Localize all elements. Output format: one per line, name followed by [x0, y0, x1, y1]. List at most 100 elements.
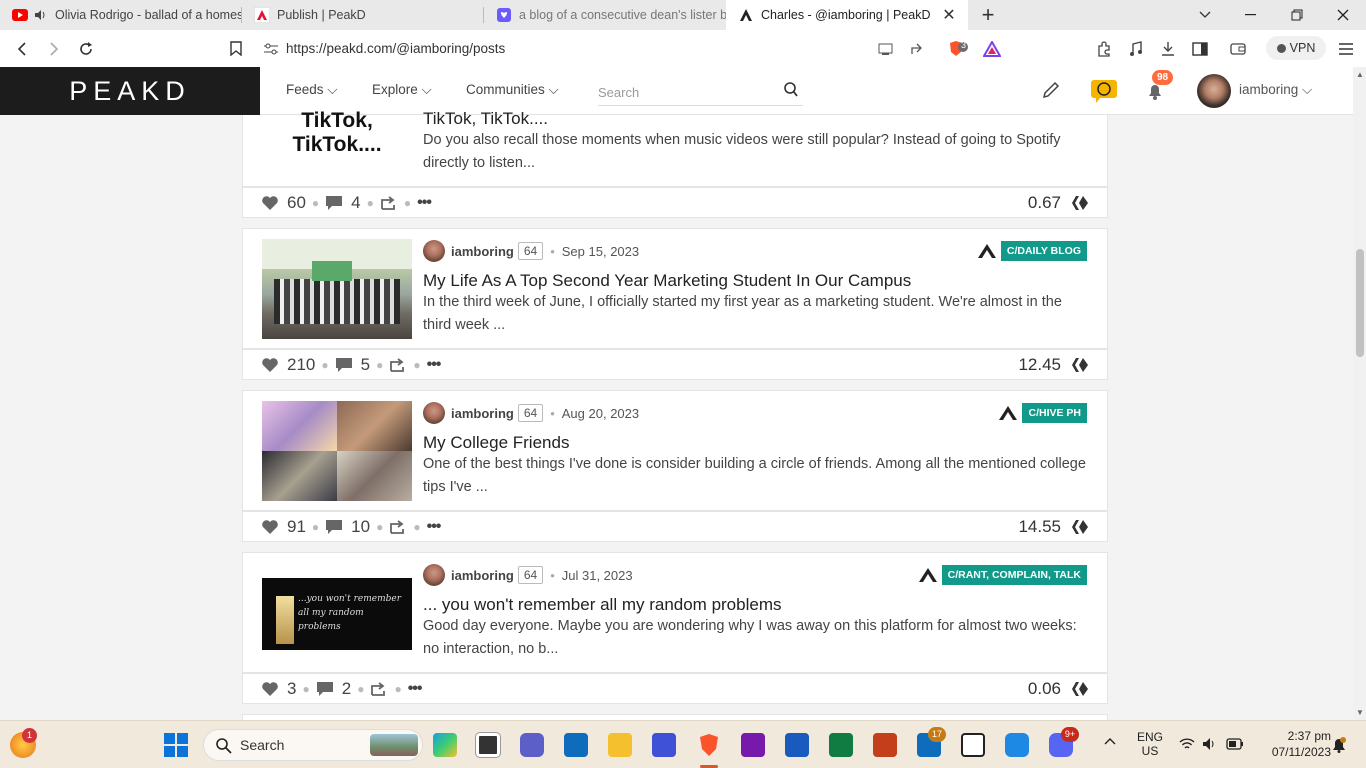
- payout-value[interactable]: 0.06: [1028, 679, 1061, 699]
- file-explorer-icon[interactable]: [608, 733, 632, 757]
- avatar[interactable]: [1197, 74, 1231, 108]
- payout-value[interactable]: 12.45: [1018, 355, 1061, 375]
- new-tab-button[interactable]: +: [968, 0, 1008, 30]
- post-thumbnail[interactable]: TikTok, TikTok....: [262, 107, 412, 177]
- pencil-icon[interactable]: [1042, 81, 1060, 99]
- nav-communities[interactable]: Communities ⌵: [466, 82, 559, 98]
- payout-value[interactable]: 0.67: [1028, 193, 1061, 213]
- post-excerpt[interactable]: In the third week of June, I officially …: [423, 291, 1093, 337]
- tab-youtube[interactable]: Olivia Rodrigo - ballad of a homes: [0, 0, 242, 30]
- peakd-logo[interactable]: PEAKD: [0, 67, 260, 115]
- author-name[interactable]: iamboring: [451, 406, 514, 421]
- tray-overflow-chevron-icon[interactable]: [1104, 737, 1116, 745]
- comment-count[interactable]: 10: [351, 517, 370, 537]
- post-excerpt[interactable]: One of the best things I've done is cons…: [423, 453, 1093, 499]
- tab-search-dropdown-icon[interactable]: [1182, 0, 1228, 30]
- heart-icon[interactable]: [261, 519, 279, 535]
- speaker-icon[interactable]: [32, 7, 48, 23]
- post-card[interactable]: ...you won't remember all my random prob…: [242, 552, 1108, 673]
- vote-count[interactable]: 210: [287, 355, 315, 375]
- url-field[interactable]: https://peakd.com/@iamboring/posts 3: [258, 34, 1008, 63]
- comment-icon[interactable]: [325, 519, 343, 535]
- forward-button[interactable]: [40, 30, 68, 67]
- app-icon-blue[interactable]: [1005, 733, 1029, 757]
- brave-rewards-icon[interactable]: [983, 40, 1001, 57]
- wifi-icon[interactable]: [1179, 737, 1195, 751]
- minimize-button[interactable]: [1228, 0, 1274, 30]
- community-tag[interactable]: C/DAILY BLOG: [977, 241, 1087, 261]
- copilot-icon[interactable]: [433, 733, 457, 757]
- comment-count[interactable]: 2: [342, 679, 351, 699]
- microsoft-store-icon[interactable]: [564, 733, 588, 757]
- comment-icon[interactable]: [316, 681, 334, 697]
- vpn-button[interactable]: VPN: [1266, 36, 1326, 60]
- author-name[interactable]: iamboring: [451, 568, 514, 583]
- site-settings-icon[interactable]: [264, 43, 278, 55]
- author-avatar[interactable]: [423, 402, 445, 424]
- powerpoint-icon[interactable]: [873, 733, 897, 757]
- restore-button[interactable]: [1274, 0, 1320, 30]
- back-button[interactable]: [8, 30, 36, 67]
- nav-explore[interactable]: Explore ⌵: [372, 82, 432, 98]
- post-card[interactable]: iamboring 64 • Sep 15, 2023 C/DAILY BLOG…: [242, 228, 1108, 349]
- teams-chat-icon[interactable]: [520, 733, 544, 757]
- post-date[interactable]: Sep 15, 2023: [562, 244, 639, 259]
- taskbar-search[interactable]: Search: [203, 729, 423, 761]
- post-title[interactable]: My College Friends: [423, 433, 569, 453]
- scrollbar-thumb[interactable]: [1356, 249, 1364, 357]
- volume-icon[interactable]: [1202, 737, 1218, 751]
- heart-icon[interactable]: [261, 195, 279, 211]
- close-window-button[interactable]: [1320, 0, 1366, 30]
- vote-count[interactable]: 91: [287, 517, 306, 537]
- notification-bell-icon[interactable]: [1331, 737, 1347, 753]
- language-indicator[interactable]: ENG US: [1136, 730, 1164, 758]
- community-tag[interactable]: C/RANT, COMPLAIN, TALK: [918, 565, 1087, 585]
- reblog-icon[interactable]: [389, 519, 407, 535]
- post-excerpt[interactable]: Good day everyone. Maybe you are wonderi…: [423, 615, 1093, 661]
- author-avatar[interactable]: [423, 240, 445, 262]
- more-options-icon[interactable]: •••: [417, 194, 432, 212]
- tab-publish[interactable]: Publish | PeakD: [242, 0, 484, 30]
- post-date[interactable]: Aug 20, 2023: [562, 406, 639, 421]
- onenote-icon[interactable]: [741, 733, 765, 757]
- app-icon[interactable]: [652, 733, 676, 757]
- more-options-icon[interactable]: •••: [427, 518, 442, 536]
- post-card[interactable]: iamboring 64 • Aug 20, 2023 C/HIVE PH My…: [242, 390, 1108, 511]
- search-icon[interactable]: [784, 82, 798, 97]
- comment-count[interactable]: 5: [361, 355, 370, 375]
- more-options-icon[interactable]: •••: [408, 680, 423, 698]
- word-icon[interactable]: [785, 733, 809, 757]
- more-options-icon[interactable]: •••: [427, 356, 442, 374]
- hive-logo-badge-icon[interactable]: [1090, 78, 1118, 104]
- comment-icon[interactable]: [325, 195, 343, 211]
- vote-count[interactable]: 3: [287, 679, 296, 699]
- tab-charles-active[interactable]: Charles - @iamboring | PeakD ✕: [726, 0, 968, 30]
- nav-feeds[interactable]: Feeds ⌵: [286, 82, 338, 98]
- vote-count[interactable]: 60: [287, 193, 306, 213]
- menu-icon[interactable]: [1332, 30, 1360, 67]
- extensions-icon[interactable]: [1090, 30, 1118, 67]
- reload-button[interactable]: [72, 30, 100, 67]
- share-icon[interactable]: [910, 42, 926, 56]
- page-scrollbar[interactable]: ▲ ▼: [1353, 67, 1366, 720]
- post-thumbnail[interactable]: [262, 401, 412, 501]
- search-input[interactable]: Search: [598, 80, 803, 106]
- start-windows-icon[interactable]: [164, 733, 188, 757]
- media-music-icon[interactable]: [1122, 30, 1150, 67]
- post-title[interactable]: ... you won't remember all my random pro…: [423, 595, 782, 615]
- reblog-icon[interactable]: [389, 357, 407, 373]
- author-avatar[interactable]: [423, 564, 445, 586]
- brave-shields-icon[interactable]: 3: [948, 40, 968, 58]
- comment-count[interactable]: 4: [351, 193, 360, 213]
- community-tag[interactable]: C/HIVE PH: [998, 403, 1087, 423]
- cast-icon[interactable]: [878, 42, 894, 56]
- close-tab-icon[interactable]: ✕: [940, 5, 958, 25]
- payout-value[interactable]: 14.55: [1018, 517, 1061, 537]
- post-title[interactable]: My Life As A Top Second Year Marketing S…: [423, 271, 911, 291]
- task-view-icon[interactable]: [476, 733, 500, 757]
- reblog-icon[interactable]: [380, 195, 398, 211]
- post-thumbnail[interactable]: [262, 239, 412, 339]
- heart-icon[interactable]: [261, 357, 279, 373]
- sidebar-toggle-icon[interactable]: [1186, 30, 1214, 67]
- bookmark-icon[interactable]: [222, 30, 250, 67]
